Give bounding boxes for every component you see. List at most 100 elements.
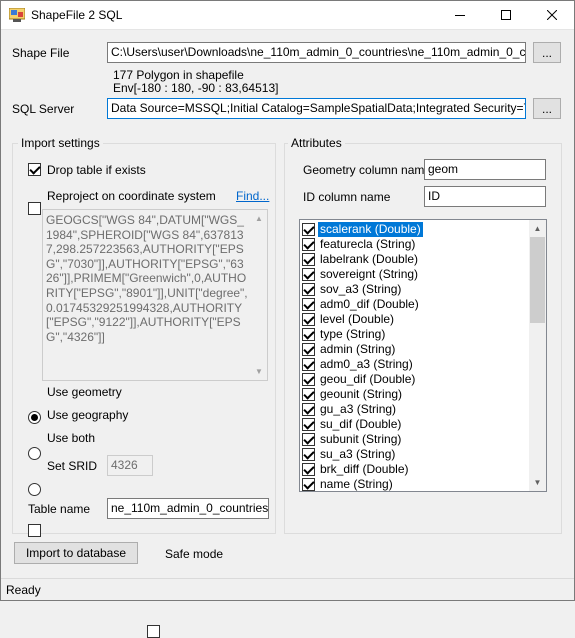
attribute-label[interactable]: sov_a3 (String) bbox=[318, 282, 403, 297]
scroll-down-icon[interactable]: ▼ bbox=[529, 474, 546, 491]
attribute-label[interactable]: brk_diff (Double) bbox=[318, 462, 411, 477]
close-icon bbox=[546, 7, 558, 23]
attribute-label[interactable]: sovereignt (String) bbox=[318, 267, 420, 282]
attribute-label[interactable]: scalerank (Double) bbox=[318, 222, 423, 237]
list-item[interactable]: type (String) bbox=[302, 327, 528, 342]
set-srid-label[interactable]: Set SRID bbox=[47, 459, 97, 473]
attributes-title: Attributes bbox=[288, 136, 345, 150]
attribute-checkbox[interactable] bbox=[302, 403, 315, 416]
app-icon bbox=[8, 7, 26, 22]
use-geometry-label[interactable]: Use geometry bbox=[47, 385, 122, 399]
id-column-input[interactable]: ID bbox=[424, 186, 546, 207]
attribute-label[interactable]: adm0_a3 (String) bbox=[318, 357, 415, 372]
attribute-label[interactable]: admin (String) bbox=[318, 342, 397, 357]
use-geography-radio[interactable] bbox=[28, 447, 41, 460]
list-item[interactable]: subunit (String) bbox=[302, 432, 528, 447]
attribute-checkbox[interactable] bbox=[302, 358, 315, 371]
shape-file-browse-button[interactable]: ... bbox=[533, 42, 561, 63]
status-bar: Ready bbox=[1, 578, 574, 600]
attribute-label[interactable]: su_a3 (String) bbox=[318, 447, 397, 462]
list-item[interactable]: su_dif (Double) bbox=[302, 417, 528, 432]
set-srid-checkbox[interactable] bbox=[28, 524, 41, 537]
scroll-down-icon[interactable]: ▼ bbox=[251, 363, 267, 380]
list-item[interactable]: name (String) bbox=[302, 477, 528, 491]
attribute-checkbox[interactable] bbox=[302, 478, 315, 491]
safe-mode-label[interactable]: Safe mode bbox=[165, 547, 223, 561]
attribute-checkbox[interactable] bbox=[302, 298, 315, 311]
attributes-scrollbar[interactable]: ▲ ▼ bbox=[529, 220, 546, 491]
use-both-label[interactable]: Use both bbox=[47, 431, 95, 445]
geometry-column-label: Geometry column name bbox=[303, 163, 432, 177]
attribute-checkbox[interactable] bbox=[302, 283, 315, 296]
attribute-label[interactable]: name (String) bbox=[318, 477, 395, 491]
safe-mode-checkbox[interactable] bbox=[147, 625, 160, 638]
reproject-checkbox[interactable] bbox=[28, 202, 41, 215]
use-geography-label[interactable]: Use geography bbox=[47, 408, 128, 422]
attribute-label[interactable]: geou_dif (Double) bbox=[318, 372, 417, 387]
attribute-checkbox[interactable] bbox=[302, 388, 315, 401]
list-item[interactable]: adm0_dif (Double) bbox=[302, 297, 528, 312]
attribute-label[interactable]: gu_a3 (String) bbox=[318, 402, 398, 417]
list-item[interactable]: geounit (String) bbox=[302, 387, 528, 402]
table-name-input[interactable]: ne_110m_admin_0_countries bbox=[107, 498, 269, 519]
reproject-label[interactable]: Reproject on coordinate system bbox=[47, 189, 216, 203]
find-link[interactable]: Find... bbox=[236, 189, 269, 203]
list-item[interactable]: sov_a3 (String) bbox=[302, 282, 528, 297]
maximize-button[interactable] bbox=[483, 0, 529, 30]
list-item[interactable]: geou_dif (Double) bbox=[302, 372, 528, 387]
use-geometry-radio[interactable] bbox=[28, 411, 41, 424]
shape-info-count: 177 Polygon in shapefile bbox=[113, 68, 244, 82]
sql-server-label: SQL Server bbox=[12, 102, 75, 116]
attribute-checkbox[interactable] bbox=[302, 463, 315, 476]
list-item[interactable]: featurecla (String) bbox=[302, 237, 528, 252]
srid-input[interactable]: 4326 bbox=[107, 455, 153, 476]
list-item[interactable]: level (Double) bbox=[302, 312, 528, 327]
sql-server-input[interactable]: Data Source=MSSQL;Initial Catalog=Sample… bbox=[107, 98, 526, 119]
maximize-icon bbox=[501, 7, 511, 23]
list-item[interactable]: su_a3 (String) bbox=[302, 447, 528, 462]
list-item[interactable]: gu_a3 (String) bbox=[302, 402, 528, 417]
attribute-label[interactable]: type (String) bbox=[318, 327, 387, 342]
shape-file-input[interactable]: C:\Users\user\Downloads\ne_110m_admin_0_… bbox=[107, 42, 526, 63]
attribute-label[interactable]: su_dif (Double) bbox=[318, 417, 403, 432]
attribute-checkbox[interactable] bbox=[302, 373, 315, 386]
shape-file-label: Shape File bbox=[12, 46, 70, 60]
import-to-database-button[interactable]: Import to database bbox=[14, 542, 138, 564]
attribute-checkbox[interactable] bbox=[302, 313, 315, 326]
attribute-checkbox[interactable] bbox=[302, 343, 315, 356]
attribute-label[interactable]: labelrank (Double) bbox=[318, 252, 420, 267]
attribute-checkbox[interactable] bbox=[302, 238, 315, 251]
list-item[interactable]: sovereignt (String) bbox=[302, 267, 528, 282]
sql-server-browse-button[interactable]: ... bbox=[533, 98, 561, 119]
scroll-up-icon[interactable]: ▲ bbox=[251, 210, 267, 227]
attribute-label[interactable]: subunit (String) bbox=[318, 432, 403, 447]
attribute-label[interactable]: geounit (String) bbox=[318, 387, 404, 402]
wkt-textarea[interactable]: GEOGCS["WGS 84",DATUM["WGS_1984",SPHEROI… bbox=[42, 209, 268, 381]
attribute-checkbox[interactable] bbox=[302, 433, 315, 446]
attribute-checkbox[interactable] bbox=[302, 253, 315, 266]
geometry-column-input[interactable]: geom bbox=[424, 159, 546, 180]
attribute-checkbox[interactable] bbox=[302, 448, 315, 461]
attribute-checkbox[interactable] bbox=[302, 328, 315, 341]
attribute-checkbox[interactable] bbox=[302, 268, 315, 281]
wkt-scrollbar[interactable]: ▲ ▼ bbox=[251, 210, 267, 380]
list-item[interactable]: admin (String) bbox=[302, 342, 528, 357]
scroll-up-icon[interactable]: ▲ bbox=[529, 220, 546, 237]
attribute-label[interactable]: adm0_dif (Double) bbox=[318, 297, 421, 312]
minimize-icon bbox=[455, 7, 465, 23]
use-both-radio[interactable] bbox=[28, 483, 41, 496]
attributes-list[interactable]: scalerank (Double) featurecla (String) lab… bbox=[299, 219, 547, 492]
close-button[interactable] bbox=[529, 0, 575, 30]
minimize-button[interactable] bbox=[437, 0, 483, 30]
scroll-thumb[interactable] bbox=[530, 237, 545, 323]
list-item[interactable]: brk_diff (Double) bbox=[302, 462, 528, 477]
list-item[interactable]: adm0_a3 (String) bbox=[302, 357, 528, 372]
drop-table-label[interactable]: Drop table if exists bbox=[47, 163, 146, 177]
attribute-checkbox[interactable] bbox=[302, 418, 315, 431]
list-item[interactable]: labelrank (Double) bbox=[302, 252, 528, 267]
drop-table-checkbox[interactable] bbox=[28, 163, 41, 176]
attribute-checkbox[interactable] bbox=[302, 223, 315, 236]
attribute-label[interactable]: featurecla (String) bbox=[318, 237, 417, 252]
list-item[interactable]: scalerank (Double) bbox=[302, 222, 528, 237]
attribute-label[interactable]: level (Double) bbox=[318, 312, 396, 327]
